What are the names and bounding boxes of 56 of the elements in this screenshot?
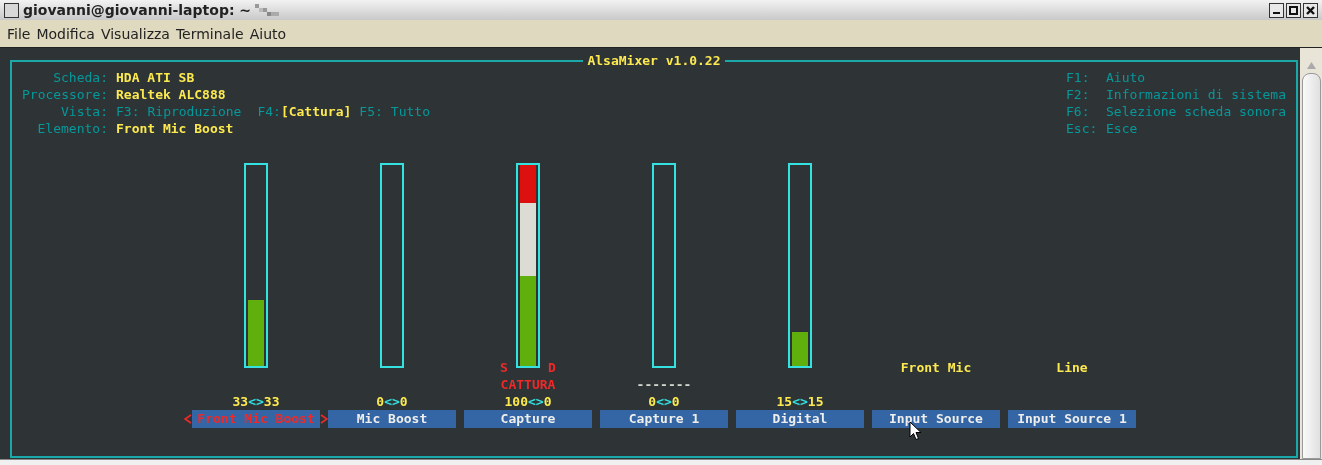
volume-value: 15<>15 (776, 394, 824, 409)
volume-value: 100<>0 (504, 394, 552, 409)
help-key: F2: (1066, 86, 1106, 103)
close-icon[interactable] (1303, 2, 1318, 18)
help-key: F1: (1066, 69, 1106, 86)
capture-switch-left: S (499, 359, 509, 376)
info-label: Vista: (60, 103, 108, 120)
help-key: F6: (1066, 103, 1106, 120)
volume-bar[interactable] (652, 163, 676, 368)
maximize-icon[interactable] (1286, 2, 1301, 18)
menu-item[interactable]: File (4, 23, 34, 44)
capture-status: ------- (636, 377, 692, 392)
volume-value: 0<>0 (376, 394, 408, 409)
volume-bar[interactable] (788, 163, 812, 368)
menu-item[interactable]: Aiuto (246, 23, 290, 44)
view-option[interactable]: Tutto (390, 103, 430, 120)
window-title: giovanni@giovanni-laptop: ~ (23, 1, 252, 20)
info-label: Processore: (22, 86, 108, 103)
volume-value: 33<>33 (232, 394, 280, 409)
help-text: Esce (1106, 120, 1139, 137)
minimize-icon[interactable] (1269, 2, 1284, 18)
info-value: Front Mic Boost (116, 120, 235, 137)
control-name-tab[interactable]: Mic Boost (328, 410, 456, 428)
capture-switch-right: D (547, 359, 557, 376)
view-key: F5: (359, 103, 383, 120)
control-name-tab[interactable]: Input Source 1 (1008, 410, 1136, 428)
help-text: Informazioni di sistema (1106, 86, 1286, 103)
menu-item[interactable]: Terminale (172, 23, 247, 44)
control-name-tab[interactable]: Digital (736, 410, 864, 428)
view-key: F3: (116, 103, 140, 120)
view-key: F4: (257, 103, 281, 120)
capture-status: CATTURA (500, 377, 556, 392)
view-option[interactable]: Riproduzione (147, 103, 242, 120)
volume-bar[interactable] (244, 163, 268, 368)
info-value: Realtek ALC888 (116, 86, 227, 103)
help-key: Esc: (1066, 120, 1106, 137)
mixer-title: AlsaMixer v1.0.22 (586, 52, 722, 69)
volume-bar[interactable] (380, 163, 404, 368)
info-value: HDA ATI SB (116, 69, 196, 86)
help-text: Aiuto (1106, 69, 1147, 86)
volume-value: 0<>0 (648, 394, 680, 409)
angle-bracket-icon (320, 413, 328, 425)
info-label: Elemento: (36, 120, 108, 137)
info-label: Scheda: (52, 69, 108, 86)
menu-item[interactable]: Modifica (33, 23, 98, 44)
help-text: Selezione scheda sonora (1106, 103, 1286, 120)
control-name-tab[interactable]: Capture 1 (600, 410, 728, 428)
enum-value: Front Mic (900, 359, 972, 376)
window-menu-icon[interactable] (4, 2, 19, 18)
control-name-tab[interactable]: Capture (464, 410, 592, 428)
view-option[interactable]: [Cattura] (280, 103, 352, 120)
control-name-tab[interactable]: Input Source (872, 410, 1000, 428)
checker-pattern-icon (255, 4, 280, 16)
enum-value: Line (1056, 359, 1088, 376)
menu-item[interactable]: Visualizza (97, 23, 173, 44)
angle-bracket-icon (184, 413, 192, 425)
